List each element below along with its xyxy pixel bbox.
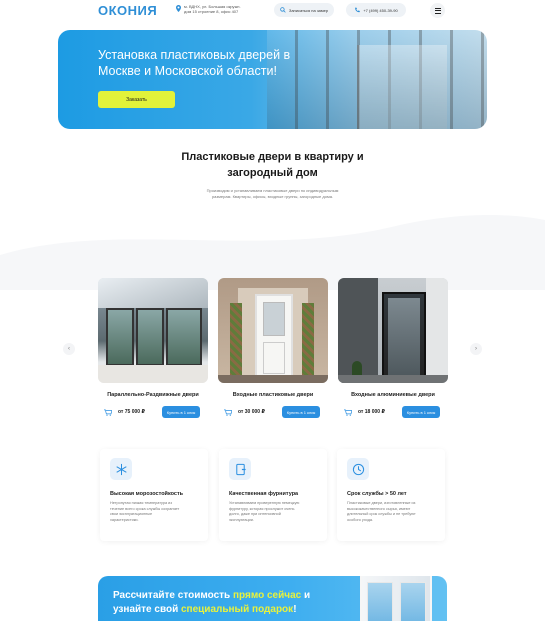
- buy-one-click-button[interactable]: Купить в 1 клик: [162, 406, 200, 418]
- feature-title: Срок службы > 50 лет: [347, 491, 407, 497]
- product-name[interactable]: Параллельно-Раздвижные двери: [98, 392, 208, 398]
- feature-text: Устанавливаем проверенную немецкую фурни…: [229, 501, 300, 522]
- product-card[interactable]: Входные пластиковые двери от 30 000 ₽ Ку…: [218, 278, 328, 418]
- product-image: [338, 278, 448, 383]
- chevron-right-icon[interactable]: ›: [470, 343, 482, 355]
- phone-label: +7 (499) 450-39-90: [363, 7, 398, 13]
- hero-banner: Установка пластиковых дверей в Москве и …: [58, 30, 487, 129]
- feature-title: Качественная фурнитура: [229, 491, 299, 497]
- promo-door-image: [360, 576, 432, 621]
- feature-title: Высокая морозостойкость: [110, 491, 184, 497]
- buy-one-click-button[interactable]: Купить в 1 клик: [402, 406, 440, 418]
- phone-button[interactable]: +7 (499) 450-39-90: [346, 3, 406, 17]
- promo-highlight: прямо сейчас: [232, 590, 302, 601]
- product-price: от 30 000 ₽: [238, 409, 265, 415]
- buy-one-click-button[interactable]: Купить в 1 клик: [282, 406, 320, 418]
- feature-text: Пластиковые двери, изготовленные из высо…: [347, 501, 416, 522]
- product-image: [218, 278, 328, 383]
- address-line-2: дом 15 строение 8, офис 407: [184, 9, 239, 14]
- search-icon: [280, 7, 286, 13]
- background-wave: [0, 215, 545, 290]
- chevron-left-icon[interactable]: ‹: [63, 343, 75, 355]
- product-price: от 75 000 ₽: [118, 409, 145, 415]
- map-pin-icon: [176, 5, 181, 12]
- cart-icon: [224, 408, 232, 416]
- call-measure-button[interactable]: Записаться на замер: [274, 3, 334, 17]
- phone-icon: [355, 7, 361, 13]
- feature-card: Высокая морозостойкость Нетронутая низка…: [100, 449, 208, 541]
- hamburger-icon[interactable]: [430, 3, 445, 18]
- feature-card: Качественная фурнитура Устанавливаем про…: [219, 449, 327, 541]
- clock-icon: [347, 458, 369, 480]
- feature-text: Нетронутая низкая температура из течение…: [110, 501, 180, 522]
- section-title: Пластиковые двери в квартиру и загородны…: [181, 151, 364, 179]
- order-button[interactable]: Заказать: [98, 91, 175, 108]
- snowflake-icon: [110, 458, 132, 480]
- promo-highlight: специальный подарок: [181, 604, 294, 615]
- header: ОКОНИЯ м. ВДНХ, ул. Большая окружн. дом …: [0, 0, 545, 24]
- address-block: м. ВДНХ, ул. Большая окружн. дом 15 стро…: [176, 4, 246, 14]
- feature-card: Срок службы > 50 лет Пластиковые двери, …: [337, 449, 445, 541]
- product-name[interactable]: Входные алюминиевые двери: [338, 392, 448, 398]
- product-name[interactable]: Входные пластиковые двери: [218, 392, 328, 398]
- product-card[interactable]: Входные алюминиевые двери от 18 000 ₽ Ку…: [338, 278, 448, 418]
- cart-icon: [104, 408, 112, 416]
- call-measure-label: Записаться на замер: [288, 7, 329, 13]
- door-handle-icon: [229, 458, 251, 480]
- product-image: [98, 278, 208, 383]
- cart-icon: [344, 408, 352, 416]
- logo[interactable]: ОКОНИЯ: [98, 3, 157, 18]
- section-description: Производим и устанавливаем пластиковые д…: [206, 188, 339, 199]
- promo-text: Рассчитайте стоимость прямо сейчас и узн…: [113, 590, 311, 615]
- promo-banner: Рассчитайте стоимость прямо сейчас и узн…: [98, 576, 447, 621]
- product-card[interactable]: Параллельно-Раздвижные двери от 75 000 ₽…: [98, 278, 208, 418]
- product-price: от 18 000 ₽: [358, 409, 385, 415]
- hero-title: Установка пластиковых дверей в Москве и …: [98, 48, 291, 78]
